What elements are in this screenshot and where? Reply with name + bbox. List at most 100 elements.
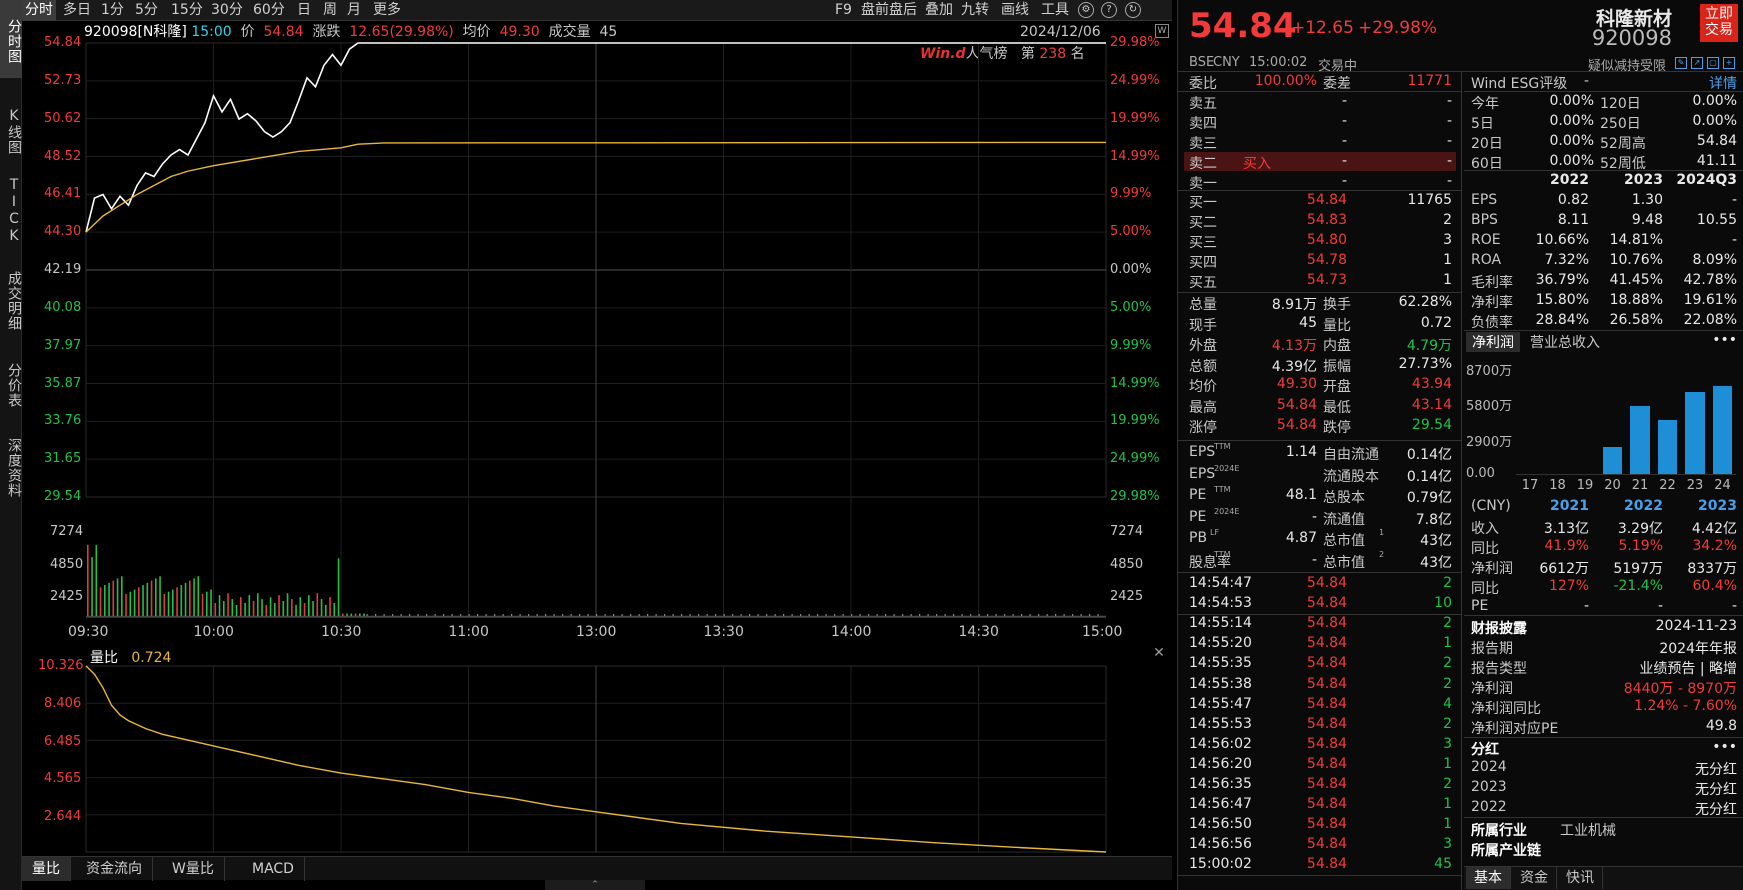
report-label: 报告期 [1471, 641, 1513, 657]
annual-metric-value: 34.2% [1692, 538, 1737, 554]
volume-bar [443, 614, 445, 616]
tick-price: 54.84 [1306, 575, 1347, 591]
fin-metric-value: 42.78% [1683, 272, 1737, 288]
volume-bar [329, 597, 331, 616]
pct-tick-label: 5.00% [1110, 299, 1152, 315]
market-code: BSE [1189, 55, 1215, 70]
window-icon[interactable]: ▢ [1707, 57, 1719, 69]
bottom-tab-0[interactable]: 基本 [1466, 867, 1511, 889]
stat-value: 8.91万 [1271, 297, 1317, 313]
divider [1178, 440, 1461, 441]
bottom-tab-1[interactable]: 资金 [1512, 867, 1557, 889]
ratio-tick-label: 10.326 [38, 658, 84, 673]
ratio-tick-label: 4.565 [44, 771, 82, 786]
bid-volume: 3 [1443, 232, 1452, 248]
tick-volume: 1 [1443, 816, 1452, 833]
time-tick-label: 11:00 [448, 624, 489, 640]
sub-chart-header: 量比 0.724 [90, 647, 171, 667]
close-sub-chart-icon[interactable]: ✕ [1152, 646, 1166, 660]
tick-time: 14:55:20 [1189, 635, 1252, 652]
market-cap-suffix: 2 [1379, 549, 1385, 559]
volume-bar [494, 614, 496, 616]
esg-detail-link[interactable]: 详情 [1709, 73, 1737, 93]
volume-bar [1063, 614, 1065, 616]
fundamental-label-suffix: TTM [1214, 442, 1231, 451]
indicator-tab-3[interactable]: MACD [242, 857, 305, 881]
tab-net-profit[interactable]: 净利润 [1466, 332, 1520, 352]
trade-now-button[interactable]: 立即交易 [1700, 4, 1738, 42]
bottom-tab-2[interactable]: 快讯 [1558, 867, 1603, 889]
bid-level-label: 买二 [1189, 215, 1217, 231]
ask-price: - [1341, 93, 1347, 109]
volume-bar [808, 614, 810, 616]
volume-bar [337, 558, 340, 616]
volume-bar [214, 602, 217, 616]
volume-bar [749, 614, 751, 616]
fin-metric-value: 8.09% [1692, 252, 1737, 268]
volume-bar [189, 580, 191, 616]
volume-bar [269, 597, 272, 616]
ask-level-label: 卖三 [1189, 136, 1217, 152]
divider [1461, 71, 1462, 890]
tick-time: 14:55:53 [1189, 715, 1252, 732]
bid-volume: 1 [1443, 252, 1452, 268]
export-icon[interactable]: ↗ [1691, 57, 1703, 69]
volume-bar [1080, 614, 1082, 616]
volume-bar [766, 614, 768, 616]
price-tick-label: 48.52 [44, 148, 82, 164]
volume-bar [851, 614, 853, 616]
tick-volume: 3 [1443, 735, 1452, 752]
indicator-tab-2[interactable]: W量比 [162, 857, 225, 881]
volume-bar [1012, 614, 1014, 616]
price-tick-label: 54.84 [44, 35, 82, 50]
stat-value: 49.30 [1276, 376, 1317, 392]
divider [1464, 330, 1743, 331]
volume-bar [235, 604, 238, 616]
stat-value: 62.28% [1398, 294, 1452, 310]
volume-bar [176, 587, 178, 616]
indicator-tab-1[interactable]: 资金流向 [76, 857, 153, 881]
indicator-tab-0[interactable]: 量比 [22, 857, 71, 881]
volume-bar [91, 557, 93, 616]
volume-bar [193, 578, 195, 616]
fundamental-value: 1.14 [1285, 444, 1317, 460]
tick-volume: 3 [1443, 836, 1452, 853]
volume-bar [740, 614, 742, 616]
bid-level-label: 买五 [1189, 275, 1217, 291]
volume-bar [927, 614, 929, 616]
volume-bar [312, 601, 314, 616]
expand-up-icon[interactable]: ⌃ [545, 880, 645, 890]
annual-year-header: 2023 [1698, 498, 1737, 514]
volume-bar [970, 614, 972, 616]
ask-price: - [1341, 153, 1347, 169]
annual-metric-value: - [1583, 598, 1589, 614]
tick-time: 14:55:14 [1189, 615, 1252, 632]
tick-price: 54.84 [1306, 695, 1347, 712]
ask-volume: - [1446, 113, 1452, 129]
tab-total-revenue[interactable]: 营业总收入 [1530, 332, 1600, 352]
dividend-year: 2023 [1471, 779, 1507, 795]
intraday-chart[interactable] [0, 0, 1177, 856]
more-icon[interactable]: ••• [1712, 332, 1737, 348]
stat-label: 内盘 [1323, 338, 1351, 354]
dividend-value: 无分红 [1695, 802, 1737, 818]
pct-tick-label: 9.99% [1110, 186, 1152, 202]
note-icon[interactable]: ✎ [1675, 57, 1687, 69]
divider [1464, 91, 1743, 92]
volume-bar [155, 578, 157, 616]
add-icon[interactable]: + [1723, 57, 1735, 69]
volume-bar [732, 614, 734, 616]
stat-value: 43.94 [1411, 376, 1452, 392]
weibi-value: 100.00% [1254, 73, 1317, 89]
price-tick-label: 40.08 [44, 299, 82, 315]
report-label: 报告类型 [1471, 661, 1527, 677]
dividend-more-icon[interactable]: ••• [1712, 739, 1737, 755]
volume-bar [227, 593, 229, 616]
volume-bar [715, 614, 717, 616]
volume-bar [150, 580, 153, 616]
return-label: 今年 [1471, 96, 1499, 112]
volume-bar [1089, 614, 1091, 616]
volume-bar [893, 614, 895, 616]
volume-bar [902, 614, 904, 616]
divider [1464, 170, 1743, 171]
